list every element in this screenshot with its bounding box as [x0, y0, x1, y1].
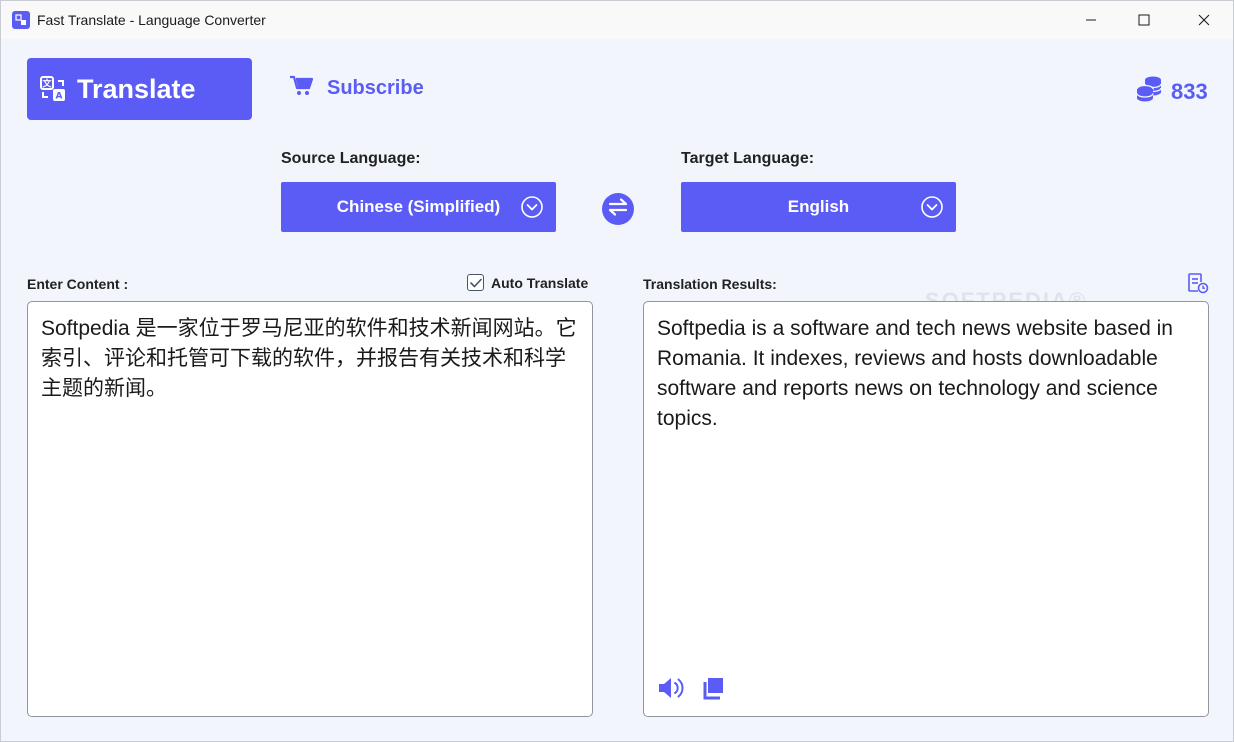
subscribe-label: Subscribe: [327, 76, 424, 99]
app-window: Fast Translate - Language Converter 文 A: [0, 0, 1234, 742]
cart-icon: [289, 75, 314, 102]
auto-translate-label: Auto Translate: [491, 274, 589, 291]
translation-results-label: Translation Results:: [643, 276, 777, 292]
target-language-value: English: [787, 197, 850, 216]
translate-tab[interactable]: 文 A Translate: [27, 58, 252, 120]
swap-languages-button[interactable]: [602, 193, 634, 225]
target-language-select[interactable]: English: [681, 182, 956, 232]
copy-icon[interactable]: [701, 676, 725, 700]
close-button[interactable]: [1181, 1, 1227, 39]
coins-icon: [1135, 75, 1163, 108]
speaker-icon[interactable]: [657, 675, 687, 701]
window-title: Fast Translate - Language Converter: [37, 12, 266, 28]
coin-balance: 833: [1135, 75, 1208, 108]
maximize-icon: [1138, 14, 1150, 26]
translation-result-text: Softpedia is a software and tech news we…: [643, 301, 1209, 717]
auto-translate-toggle[interactable]: Auto Translate: [467, 274, 588, 291]
maximize-button[interactable]: [1121, 1, 1167, 39]
translate-tab-label: Translate: [77, 74, 196, 104]
source-text-input[interactable]: Softpedia 是一家位于罗马尼亚的软件和技术新闻网站。它索引、评论和托管可…: [27, 301, 593, 717]
minimize-icon: [1086, 19, 1096, 21]
svg-text:A: A: [56, 92, 63, 102]
main-content: 文 A Translate Subscribe 833 Source Langu…: [1, 39, 1233, 741]
translate-icon: 文 A: [39, 75, 67, 108]
enter-content-label: Enter Content :: [27, 276, 129, 292]
minimize-button[interactable]: [1068, 1, 1114, 39]
close-icon: [1198, 14, 1210, 26]
target-language-label: Target Language:: [681, 150, 815, 167]
chevron-down-icon: [520, 195, 544, 224]
subscribe-tab[interactable]: Subscribe: [289, 73, 424, 103]
history-icon[interactable]: [1187, 272, 1209, 299]
result-actions: [657, 675, 725, 701]
source-language-select[interactable]: Chinese (Simplified): [281, 182, 556, 232]
source-language-label: Source Language:: [281, 150, 421, 167]
source-language-value: Chinese (Simplified): [336, 197, 501, 216]
title-bar: Fast Translate - Language Converter: [1, 1, 1233, 39]
translate-app-icon: [12, 11, 30, 29]
auto-translate-checkbox[interactable]: [467, 274, 484, 291]
chevron-down-icon: [920, 195, 944, 224]
swap-icon: [607, 197, 629, 221]
coin-count: 833: [1171, 78, 1208, 104]
svg-text:文: 文: [41, 78, 52, 90]
checkmark-icon: [469, 278, 482, 287]
